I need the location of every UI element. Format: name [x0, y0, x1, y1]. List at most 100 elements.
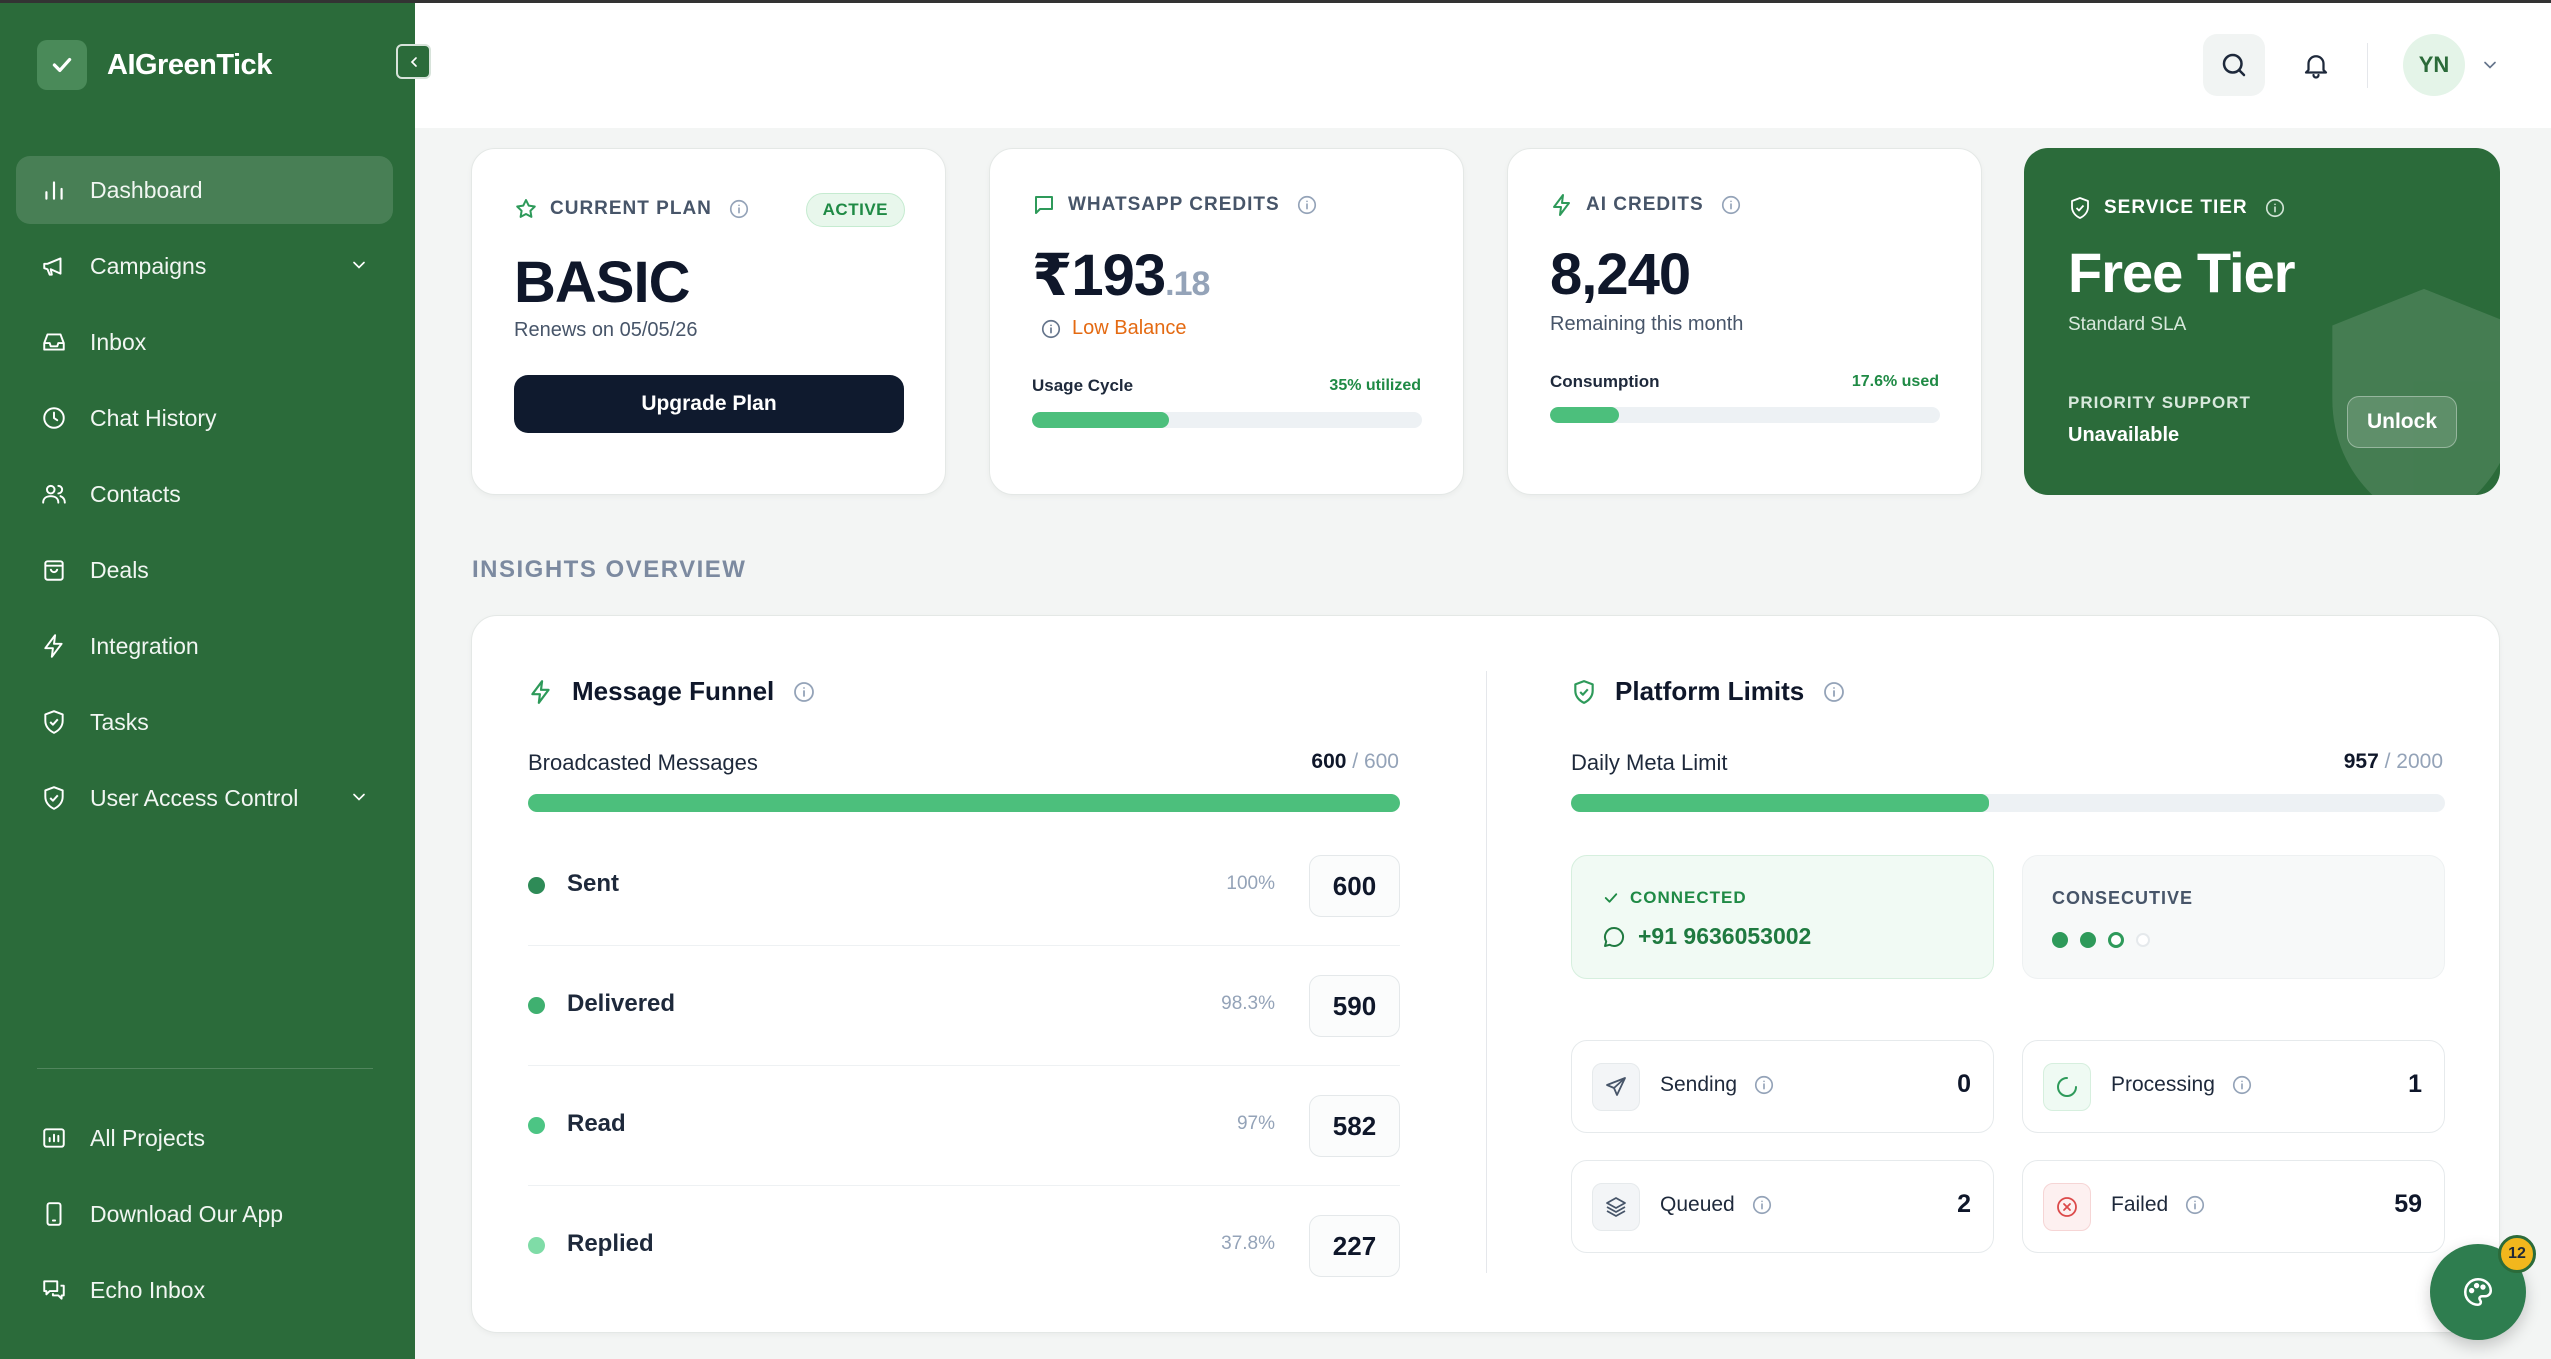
message-icon [1032, 193, 1056, 217]
sidebar: AIGreenTick Dashboard Campaigns Inbox Ch… [0, 0, 415, 1359]
ai-credits-card: AI CREDITS 8,240 Remaining this month Co… [1507, 148, 1982, 495]
funnel-label: Sent [567, 870, 620, 897]
broadcast-count: 600 / 600 [1311, 750, 1399, 773]
sidebar-item-label: Tasks [90, 708, 149, 735]
info-icon[interactable] [1751, 1194, 1773, 1216]
ai-credits-sub: Remaining this month [1550, 313, 1744, 335]
funnel-percent: 97% [1236, 1113, 1275, 1134]
status-dot [528, 997, 545, 1014]
progress-fill [528, 794, 1400, 812]
funnel-percent: 98.3% [1221, 993, 1275, 1014]
chat-bubbles-icon [38, 1274, 70, 1306]
progress-fill [1032, 412, 1169, 428]
info-icon[interactable] [2231, 1074, 2253, 1096]
top-header: YN [415, 3, 2551, 128]
check-icon [37, 40, 87, 90]
info-icon[interactable] [1753, 1074, 1775, 1096]
sidebar-item-dashboard[interactable]: Dashboard [16, 156, 393, 224]
broadcast-progress-bar [528, 794, 1400, 812]
consecutive-status-box: CONSECUTIVE [2022, 855, 2445, 979]
funnel-label: Replied [567, 1230, 654, 1257]
users-icon [38, 478, 70, 510]
check-icon [1602, 889, 1620, 907]
tier-name: Free Tier [2068, 241, 2296, 304]
sidebar-item-all-projects[interactable]: All Projects [16, 1104, 393, 1172]
bell-icon [2301, 50, 2331, 80]
funnel-value: 227 [1309, 1215, 1400, 1277]
sidebar-collapse-button[interactable] [396, 44, 431, 79]
shield-check-icon [38, 706, 70, 738]
lightning-icon [1550, 193, 1574, 217]
info-icon[interactable] [1720, 194, 1742, 216]
search-icon [2219, 50, 2249, 80]
info-icon[interactable] [728, 198, 750, 220]
info-icon[interactable] [792, 680, 816, 704]
shield-check-icon [38, 782, 70, 814]
sidebar-divider [37, 1068, 373, 1069]
tile-label: Sending [1660, 1073, 1775, 1097]
indicator-dot [2136, 933, 2150, 947]
status-dot [528, 1237, 545, 1254]
info-icon[interactable] [1822, 680, 1846, 704]
sidebar-item-inbox[interactable]: Inbox [16, 308, 393, 376]
sidebar-item-label: Echo Inbox [90, 1276, 206, 1303]
sidebar-item-tasks[interactable]: Tasks [16, 688, 393, 756]
notifications-button[interactable] [2285, 34, 2347, 96]
whatsapp-icon [1602, 925, 1626, 949]
indicator-dot [2080, 932, 2096, 948]
avatar[interactable]: YN [2403, 34, 2465, 96]
shield-check-icon [1571, 679, 1597, 705]
unlock-button[interactable]: Unlock [2347, 396, 2457, 448]
chevron-down-icon[interactable] [349, 254, 369, 281]
daily-limit-count: 957 / 2000 [2343, 750, 2443, 773]
sidebar-item-echo-inbox[interactable]: Echo Inbox [16, 1256, 393, 1324]
megaphone-icon [38, 250, 70, 282]
upgrade-plan-button[interactable]: Upgrade Plan [514, 375, 904, 433]
tile-value: 1 [2408, 1070, 2422, 1098]
info-icon[interactable] [1296, 194, 1318, 216]
star-icon [514, 197, 538, 221]
funnel-label: Delivered [567, 990, 676, 1017]
insights-panel: Message Funnel Broadcasted Messages 600 … [471, 615, 2500, 1333]
chevron-down-icon[interactable] [349, 786, 369, 813]
brand[interactable]: AIGreenTick [37, 40, 272, 90]
sidebar-item-download-app[interactable]: Download Our App [16, 1180, 393, 1248]
failed-tile: Failed 59 [2022, 1160, 2445, 1253]
clock-icon [38, 402, 70, 434]
layers-icon [1592, 1183, 1640, 1231]
sending-tile: Sending 0 [1571, 1040, 1994, 1133]
sidebar-item-campaigns[interactable]: Campaigns [16, 232, 393, 300]
info-icon[interactable] [2184, 1194, 2206, 1216]
sidebar-item-label: Campaigns [90, 252, 207, 279]
tile-value: 59 [2394, 1190, 2422, 1218]
shield-icon [2314, 278, 2500, 495]
consecutive-indicator [2052, 932, 2162, 948]
card-label: WHATSAPP CREDITS [1032, 193, 1318, 217]
sidebar-item-label: Dashboard [90, 176, 203, 203]
funnel-value: 590 [1309, 975, 1400, 1037]
funnel-label: Read [567, 1110, 626, 1137]
daily-limit-label: Daily Meta Limit [1571, 750, 1728, 775]
sidebar-item-label: Inbox [90, 328, 147, 355]
sidebar-item-deals[interactable]: Deals [16, 536, 393, 604]
sidebar-item-integration[interactable]: Integration [16, 612, 393, 680]
card-label: CURRENT PLAN [514, 197, 750, 221]
processing-tile: Processing 1 [2022, 1040, 2445, 1133]
sidebar-item-label: User Access Control [90, 784, 299, 811]
tile-value: 2 [1957, 1190, 1971, 1218]
notification-count-badge: 12 [2498, 1235, 2536, 1273]
funnel-row-replied: Replied 37.8% 227 [528, 1186, 1400, 1306]
sidebar-item-chat-history[interactable]: Chat History [16, 384, 393, 452]
renewal-date: Renews on 05/05/26 [514, 319, 698, 341]
chevron-down-icon[interactable] [2480, 55, 2500, 80]
info-icon[interactable] [2264, 197, 2286, 219]
sidebar-item-label: Download Our App [90, 1200, 284, 1227]
sidebar-item-user-access-control[interactable]: User Access Control [16, 764, 393, 832]
indicator-dot [2108, 932, 2124, 948]
funnel-value: 582 [1309, 1095, 1400, 1157]
sidebar-item-contacts[interactable]: Contacts [16, 460, 393, 528]
bag-icon [38, 554, 70, 586]
info-icon [1040, 318, 1062, 340]
search-button[interactable] [2203, 34, 2265, 96]
usage-progress-bar [1032, 412, 1422, 428]
